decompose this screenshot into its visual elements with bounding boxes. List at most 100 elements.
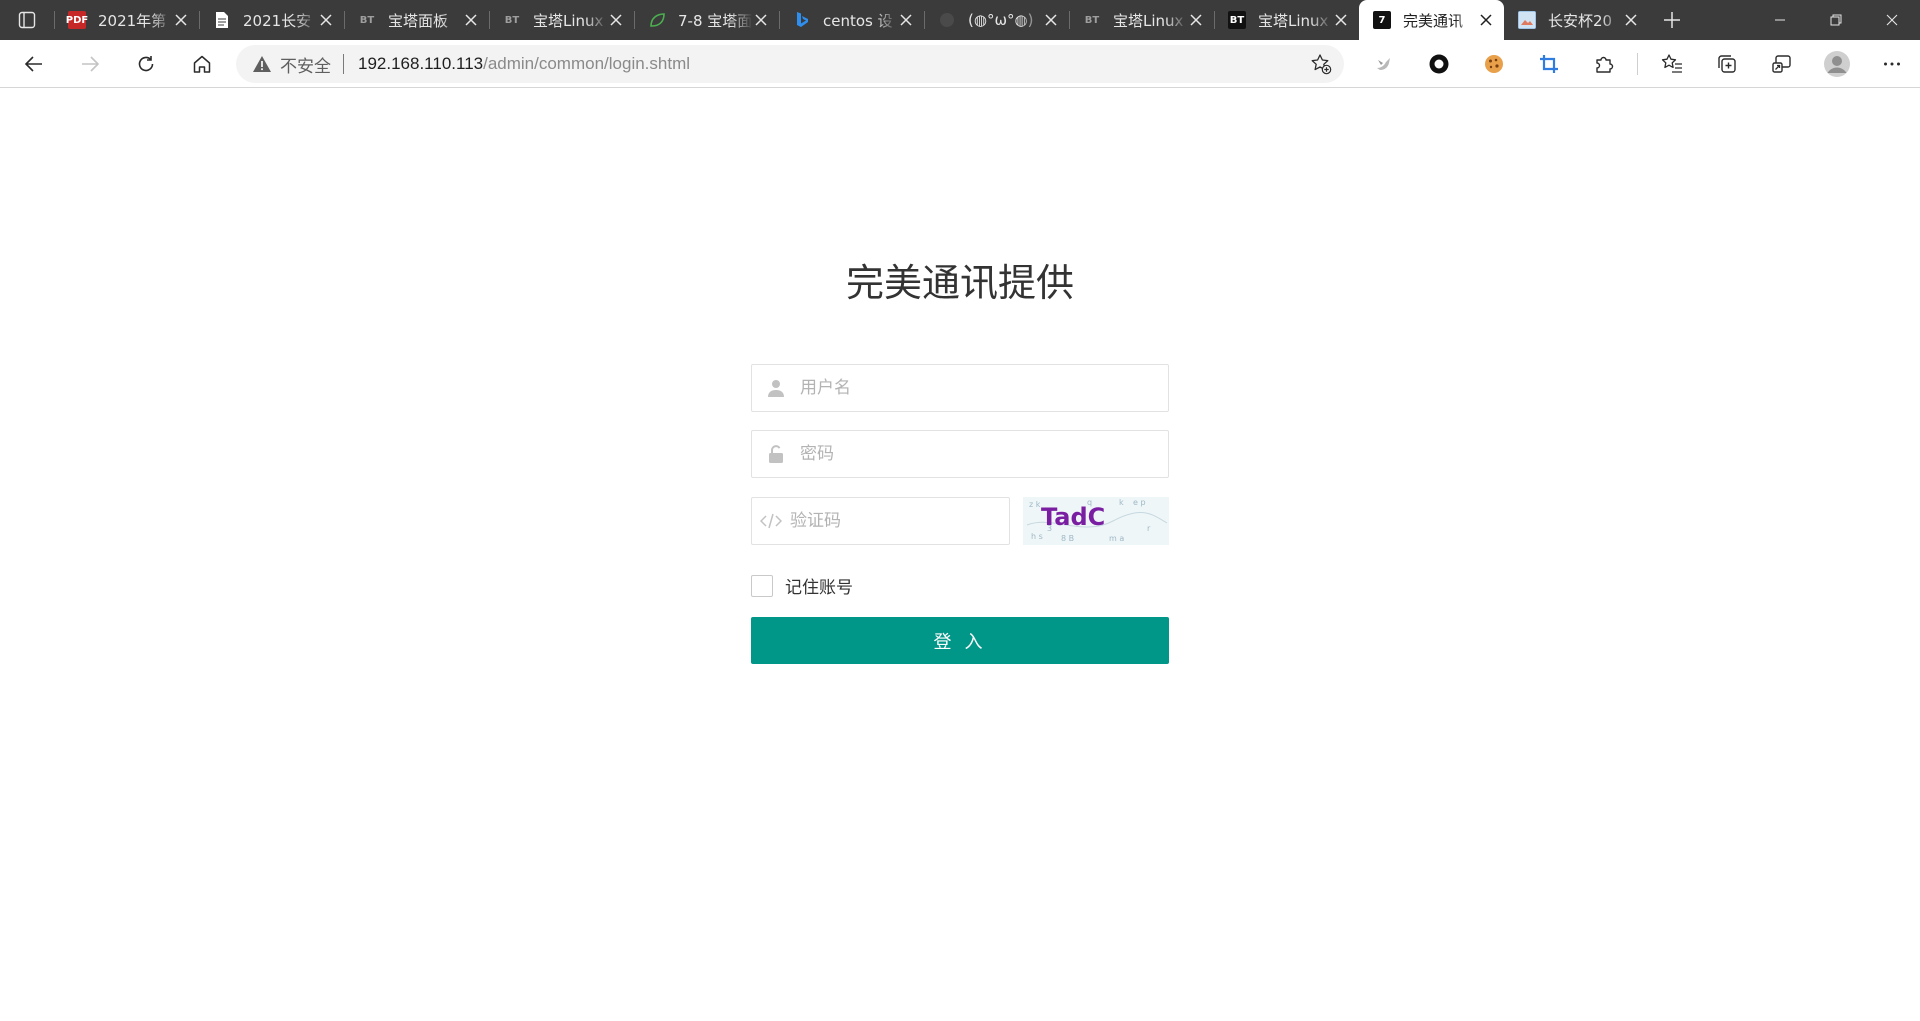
login-title: 完美通讯提供 bbox=[845, 261, 1074, 305]
bt-icon-dark: BT bbox=[1228, 11, 1246, 29]
favorites-button[interactable] bbox=[1644, 40, 1699, 88]
svg-text:m a: m a bbox=[1109, 534, 1124, 543]
url-host: 192.168.110.113 bbox=[358, 54, 484, 73]
username-input[interactable] bbox=[800, 366, 1168, 410]
new-tab-button[interactable] bbox=[1649, 0, 1695, 40]
tab-separator bbox=[1069, 11, 1070, 29]
address-bar[interactable]: 不安全 192.168.110.113/admin/common/login.s… bbox=[236, 45, 1344, 83]
more-icon bbox=[1883, 62, 1900, 66]
close-tab-icon[interactable] bbox=[1478, 12, 1494, 28]
extension-bird-button[interactable] bbox=[1356, 40, 1411, 88]
close-tab-icon[interactable] bbox=[898, 12, 914, 28]
tab-separator bbox=[344, 11, 345, 29]
face-icon bbox=[938, 11, 956, 29]
extensions-button[interactable] bbox=[1576, 40, 1631, 88]
tab-separator bbox=[54, 11, 55, 29]
close-tab-icon[interactable] bbox=[608, 12, 624, 28]
tab-4[interactable]: 7-8 宝塔面 bbox=[634, 0, 779, 40]
remember-checkbox[interactable] bbox=[751, 574, 773, 597]
tab-title: 宝塔Linux bbox=[1258, 11, 1329, 30]
bt-icon: BT bbox=[504, 14, 520, 26]
restore-icon bbox=[1830, 14, 1842, 26]
close-tab-icon[interactable] bbox=[753, 12, 769, 28]
bird-icon bbox=[1376, 58, 1390, 70]
tab-list: PDF 2021年第 2021长安 BT 宝塔面板 BT 宝塔Linux 7-8 宝塔面 cen… bbox=[54, 0, 1649, 40]
minimize-button[interactable] bbox=[1752, 0, 1808, 40]
bt-icon: BT bbox=[1084, 14, 1100, 26]
bt-icon: BT bbox=[359, 14, 375, 26]
share-screen-button[interactable] bbox=[1754, 40, 1809, 88]
tab-3[interactable]: BT 宝塔Linux bbox=[489, 0, 634, 40]
tab-title: centos 设 bbox=[823, 11, 893, 30]
pdf-icon: PDF bbox=[66, 11, 88, 29]
close-window-button[interactable] bbox=[1864, 0, 1920, 40]
close-tab-icon[interactable] bbox=[173, 12, 189, 28]
password-field[interactable] bbox=[751, 430, 1169, 478]
captcha-input[interactable] bbox=[790, 499, 1009, 543]
tab-title: 宝塔面板 bbox=[388, 11, 449, 30]
avatar-icon bbox=[1823, 51, 1850, 77]
svg-text:k: k bbox=[1119, 498, 1124, 507]
tab-6[interactable]: (◍°ω°◍) bbox=[924, 0, 1069, 40]
extension-record-button[interactable] bbox=[1411, 40, 1466, 88]
tab-separator bbox=[924, 11, 925, 29]
image-icon bbox=[1518, 11, 1536, 29]
url-path: /admin/common/login.shtml bbox=[483, 54, 691, 73]
svg-text:h s: h s bbox=[1031, 532, 1043, 541]
tab-2[interactable]: BT 宝塔面板 bbox=[344, 0, 489, 40]
tab-0[interactable]: PDF 2021年第 bbox=[54, 0, 199, 40]
captcha-field[interactable] bbox=[751, 497, 1010, 545]
tab-separator bbox=[199, 11, 200, 29]
tab-actions-button[interactable] bbox=[0, 0, 54, 40]
close-tab-icon[interactable] bbox=[1623, 12, 1639, 28]
captcha-image[interactable]: z k38 B qm ae p rkh s TadC bbox=[1023, 497, 1169, 545]
reload-button[interactable] bbox=[124, 46, 168, 82]
profile-button[interactable] bbox=[1809, 40, 1864, 88]
close-tab-icon[interactable] bbox=[1043, 12, 1059, 28]
forward-button[interactable] bbox=[68, 46, 112, 82]
remember-label: 记住账号 bbox=[785, 578, 853, 598]
tab-title: 宝塔Linux bbox=[1113, 11, 1184, 30]
tab-7[interactable]: BT 宝塔Linux bbox=[1069, 0, 1214, 40]
arrow-left-icon bbox=[24, 55, 42, 72]
toolbar-divider bbox=[1637, 53, 1638, 75]
tab-title: 7-8 宝塔面 bbox=[678, 11, 753, 30]
url-text[interactable]: 192.168.110.113/admin/common/login.shtml bbox=[358, 54, 690, 74]
username-field[interactable] bbox=[751, 364, 1169, 412]
back-button[interactable] bbox=[12, 46, 56, 82]
extension-cookie-button[interactable] bbox=[1466, 40, 1521, 88]
close-tab-icon[interactable] bbox=[318, 12, 334, 28]
tab-1[interactable]: 2021长安 bbox=[199, 0, 344, 40]
extensions-bar bbox=[1356, 40, 1919, 88]
tab-10[interactable]: 长安杯20 bbox=[1504, 0, 1649, 40]
home-icon bbox=[193, 55, 211, 73]
record-icon bbox=[1429, 54, 1448, 74]
collections-button[interactable] bbox=[1699, 40, 1754, 88]
user-icon bbox=[752, 365, 800, 411]
tab-title: 长安杯20 bbox=[1548, 11, 1613, 30]
home-button[interactable] bbox=[180, 46, 224, 82]
password-input[interactable] bbox=[800, 432, 1168, 476]
restore-button[interactable] bbox=[1808, 0, 1864, 40]
close-tab-icon[interactable] bbox=[1333, 12, 1349, 28]
warning-icon[interactable] bbox=[252, 55, 272, 73]
close-tab-icon[interactable] bbox=[1188, 12, 1204, 28]
close-tab-icon[interactable] bbox=[463, 12, 479, 28]
add-favorite-button[interactable] bbox=[1310, 53, 1332, 75]
unlock-icon bbox=[752, 431, 800, 477]
security-status[interactable]: 不安全 bbox=[280, 52, 331, 77]
window-controls bbox=[1752, 0, 1920, 40]
screen-share-icon bbox=[1771, 55, 1791, 73]
tab-separator bbox=[634, 11, 635, 29]
settings-menu-button[interactable] bbox=[1864, 40, 1919, 88]
minimize-icon bbox=[1775, 19, 1785, 21]
tab-9[interactable]: 7 完美通讯 bbox=[1359, 0, 1504, 40]
tab-separator bbox=[1214, 11, 1215, 29]
extension-crop-button[interactable] bbox=[1521, 40, 1576, 88]
cookie-icon bbox=[1484, 55, 1503, 73]
login-button[interactable]: 登 入 bbox=[751, 617, 1169, 664]
remember-account[interactable]: 记住账号 bbox=[751, 573, 853, 598]
tab-8[interactable]: BT 宝塔Linux bbox=[1214, 0, 1359, 40]
tab-5[interactable]: centos 设 bbox=[779, 0, 924, 40]
reload-icon bbox=[138, 55, 154, 71]
